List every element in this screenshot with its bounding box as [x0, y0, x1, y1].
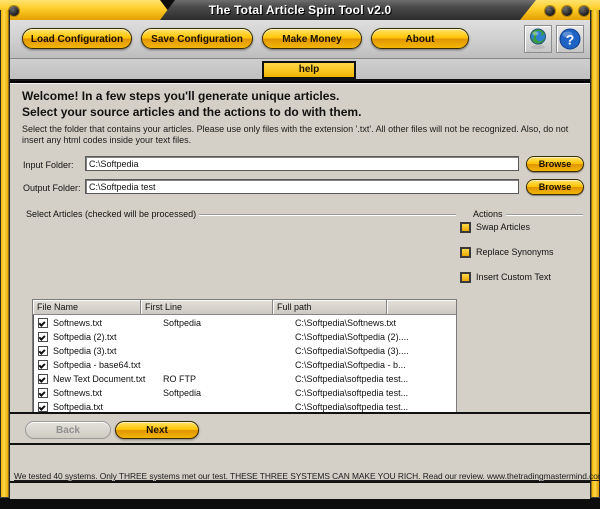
cell-full-path: C:\Softpedia\Softpedia (3).... — [295, 346, 409, 356]
application-window: The Total Article Spin Tool v2.0 Load Co… — [0, 0, 600, 509]
input-folder-label: Input Folder: — [23, 160, 74, 170]
action-swap-articles[interactable]: Swap Articles — [460, 222, 531, 233]
cell-first-line: Softpedia — [163, 318, 202, 328]
cell-full-path: C:\Softpedia\softpedia test... — [295, 388, 409, 398]
window-title: The Total Article Spin Tool v2.0 — [208, 3, 392, 17]
browse-input-button[interactable]: Browse — [526, 156, 584, 172]
actions-group-label: Actions — [470, 209, 506, 219]
cell-full-path: C:\Softpedia\softpedia test... — [295, 374, 409, 384]
minimize-button[interactable] — [544, 5, 556, 17]
action-insert-custom-text[interactable]: Insert Custom Text — [460, 272, 551, 283]
table-row[interactable]: Softpedia - base64.txt C:\Softpedia\Softp… — [33, 359, 456, 373]
row-checkbox[interactable] — [38, 360, 48, 370]
table-row[interactable]: Softnews.txt Softpedia C:\Softpedia\softpe… — [33, 387, 456, 401]
welcome-heading-line2: Select your source articles and the acti… — [22, 105, 362, 119]
main-panel: Welcome! In a few steps you'll generate … — [10, 83, 590, 412]
action-checkbox[interactable] — [460, 272, 471, 283]
action-replace-synonyms[interactable]: Replace Synonyms — [460, 247, 554, 258]
cell-first-line: Softpedia — [163, 388, 202, 398]
status-bar-bottom — [10, 481, 590, 499]
tab-strip: help — [10, 59, 590, 81]
load-configuration-button[interactable]: Load Configuration — [22, 28, 132, 49]
row-checkbox[interactable] — [38, 402, 48, 412]
cell-file-name: Softpedia.txt — [53, 402, 104, 412]
question-mark-icon[interactable]: ? — [556, 25, 584, 53]
cell-full-path: C:\Softpedia\Softpedia (2).... — [295, 332, 409, 342]
column-header-empty[interactable] — [387, 300, 456, 315]
cell-full-path: C:\Softpedia\softpedia test... — [295, 402, 409, 412]
row-checkbox[interactable] — [38, 374, 48, 384]
cell-full-path: C:\Softpedia\Softpedia - b... — [295, 360, 406, 370]
articles-list[interactable]: File Name First Line Full path Softnews.tx… — [32, 299, 457, 412]
globe-icon[interactable] — [524, 25, 552, 53]
row-checkbox[interactable] — [38, 318, 48, 328]
articles-group-label: Select Articles (checked will be process… — [23, 209, 200, 219]
row-checkbox[interactable] — [38, 332, 48, 342]
window-frame-right — [590, 10, 600, 499]
list-header-row: File Name First Line Full path — [33, 300, 456, 315]
cell-first-line: RO FTP — [163, 374, 196, 384]
cell-file-name: New Text Document.txt — [53, 374, 146, 384]
action-label: Replace Synonyms — [476, 247, 554, 257]
browse-output-button[interactable]: Browse — [526, 179, 584, 195]
input-folder-field[interactable]: C:\Softpedia — [85, 156, 519, 171]
column-header-file-name[interactable]: File Name — [33, 300, 141, 315]
table-row[interactable]: New Text Document.txt RO FTP C:\Softpedia\… — [33, 373, 456, 387]
column-header-full-path[interactable]: Full path — [273, 300, 387, 315]
output-folder-field[interactable]: C:\Softpedia test — [85, 179, 519, 194]
output-folder-label: Output Folder: — [23, 183, 81, 193]
table-row[interactable]: Softnews.txt Softpedia C:\Softpedia\Softne… — [33, 317, 456, 331]
maximize-button[interactable] — [561, 5, 573, 17]
status-bar: We tested 40 systems. Only THREE systems… — [10, 445, 600, 481]
table-row[interactable]: Softpedia (2).txt C:\Softpedia\Softpedia … — [33, 331, 456, 345]
next-button[interactable]: Next — [115, 421, 199, 439]
toolbar: Load Configuration Save Configuration Ma… — [10, 20, 590, 59]
action-label: Insert Custom Text — [476, 272, 551, 282]
tab-help[interactable]: help — [262, 61, 356, 79]
make-money-button[interactable]: Make Money — [262, 28, 362, 49]
advertisement-link[interactable]: We tested 40 systems. Only THREE systems… — [14, 471, 600, 481]
cell-file-name: Softpedia (2).txt — [53, 332, 117, 342]
cell-file-name: Softnews.txt — [53, 388, 103, 398]
window-frame-left — [0, 10, 10, 499]
cell-file-name: Softpedia (3).txt — [53, 346, 117, 356]
row-checkbox[interactable] — [38, 346, 48, 356]
cell-file-name: Softpedia - base64.txt — [53, 360, 141, 370]
column-header-first-line[interactable]: First Line — [141, 300, 273, 315]
close-button[interactable] — [578, 5, 590, 17]
action-label: Swap Articles — [476, 222, 531, 232]
cell-file-name: Softnews.txt — [53, 318, 103, 328]
table-row[interactable]: Softpedia (3).txt C:\Softpedia\Softpedia … — [33, 345, 456, 359]
cell-full-path: C:\Softpedia\Softnews.txt — [295, 318, 397, 328]
instructions-text: Select the folder that contains your art… — [22, 124, 569, 145]
action-checkbox[interactable] — [460, 247, 471, 258]
row-checkbox[interactable] — [38, 388, 48, 398]
about-button[interactable]: About — [371, 28, 469, 49]
navigation-bar: Back Next — [10, 412, 590, 445]
save-configuration-button[interactable]: Save Configuration — [141, 28, 253, 49]
title-bar: The Total Article Spin Tool v2.0 — [0, 0, 600, 20]
svg-text:?: ? — [566, 32, 575, 48]
welcome-heading-line1: Welcome! In a few steps you'll generate … — [22, 89, 340, 103]
action-checkbox[interactable] — [460, 222, 471, 233]
back-button[interactable]: Back — [25, 421, 111, 439]
table-row[interactable]: Softpedia.txt C:\Softpedia\softpedia test… — [33, 401, 456, 412]
